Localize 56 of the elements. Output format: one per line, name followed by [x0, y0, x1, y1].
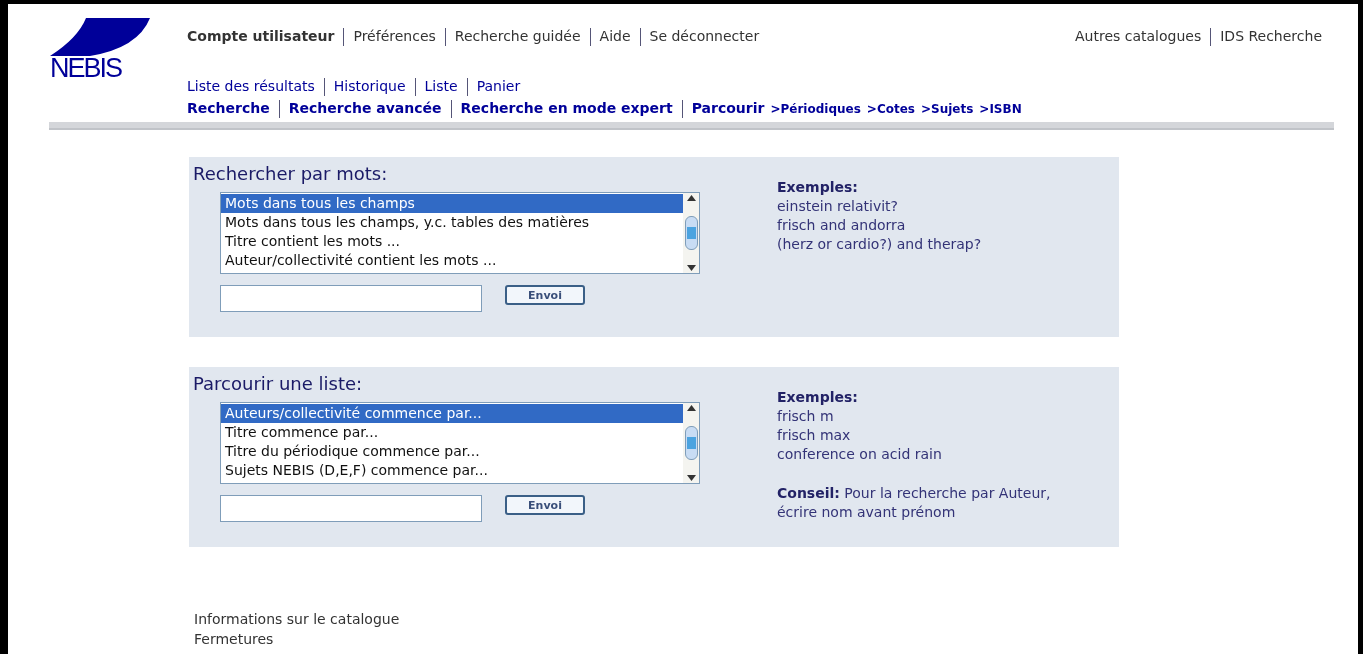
scrollbar[interactable]	[683, 193, 699, 273]
search-input-field[interactable]	[220, 285, 482, 312]
nav-link[interactable]: >ISBN	[979, 99, 1022, 118]
nav-link[interactable]: Aide	[599, 26, 631, 47]
nav-link[interactable]: IDS Recherche	[1220, 26, 1322, 47]
list-option[interactable]: Sujets NEBIS (D,E,F) commence par...	[221, 461, 683, 480]
logo-text: NEBIS	[50, 55, 123, 82]
examples-heading: Exemples:	[777, 388, 859, 407]
footer-link[interactable]: Informations sur le catalogue	[194, 609, 400, 629]
nav-link[interactable]: Recherche guidée	[454, 26, 581, 47]
nav-link[interactable]: Compte utilisateur	[187, 26, 335, 47]
panel-title: Rechercher par mots:	[193, 162, 389, 186]
nav-link[interactable]: >Sujets	[920, 99, 974, 118]
list-option[interactable]: Auteur/collectivité contient les mots ...	[221, 251, 683, 270]
list-box[interactable]: Auteurs/collectivité commence par... Titre commence par... Titre du périodique commence par... Sujets NEBIS (D,E,F) commence par...	[220, 402, 700, 484]
list-option[interactable]: Titre du périodique commence par...	[221, 442, 683, 461]
nav-link[interactable]: Préférences	[353, 26, 436, 47]
submit-button[interactable]: Envoi	[505, 285, 585, 305]
logo-swoosh-icon	[50, 18, 150, 56]
example-text: (herz or cardio?) and therap?	[777, 235, 982, 254]
nav-link[interactable]: >Cotes	[866, 99, 915, 118]
scroll-down-arrow-icon[interactable]	[686, 265, 696, 271]
example-text: frisch and andorra	[777, 216, 907, 235]
list-option[interactable]: Titre contient les mots ...	[221, 232, 683, 251]
footer-link[interactable]: Fermetures	[194, 629, 274, 649]
example-text: frisch max	[777, 426, 852, 445]
examples-heading: Exemples:	[777, 178, 859, 197]
scroll-thumb[interactable]	[684, 216, 698, 250]
list-option[interactable]: Auteurs/collectivité commence par...	[221, 404, 683, 423]
scroll-down-arrow-icon[interactable]	[686, 475, 696, 481]
nav-link[interactable]: Parcourir	[691, 98, 765, 119]
nav-link[interactable]: Liste des résultats	[187, 76, 315, 97]
tip-text: Conseil: Pour la recherche par Auteur, écrire nom avant prénom	[777, 484, 1052, 522]
list-option[interactable]: Mots dans tous les champs	[221, 194, 683, 213]
nav-link[interactable]: Recherche en mode expert	[460, 98, 673, 119]
list-option[interactable]: Mots dans tous les champs, y.c. tables des matières	[221, 213, 683, 232]
nav-link[interactable]: Historique	[333, 76, 406, 97]
list-option[interactable]: Titre commence par...	[221, 423, 683, 442]
nav-link[interactable]: Panier	[476, 76, 521, 97]
scroll-up-arrow-icon[interactable]	[686, 195, 696, 201]
example-text: frisch m	[777, 407, 835, 426]
example-text: conference on acid rain	[777, 445, 943, 464]
nav-link[interactable]: Recherche	[187, 98, 270, 119]
scrollbar[interactable]	[683, 403, 699, 483]
list-box[interactable]: Mots dans tous les champs Mots dans tous les champs, y.c. tables des matières Titre contient les mots ... Auteur/collectivité contient les mots ...	[220, 192, 700, 274]
nav-link[interactable]: Liste	[424, 76, 458, 97]
submit-button[interactable]: Envoi	[505, 495, 585, 515]
nav-link[interactable]: Se déconnecter	[649, 26, 760, 47]
scroll-thumb[interactable]	[684, 426, 698, 460]
example-text: einstein relativit?	[777, 197, 899, 216]
nav-link[interactable]: Recherche avancée	[288, 98, 442, 119]
scroll-up-arrow-icon[interactable]	[686, 405, 696, 411]
nav-link[interactable]: >Périodiques	[770, 99, 861, 118]
search-input-field[interactable]	[220, 495, 482, 522]
panel-title: Parcourir une liste:	[193, 372, 364, 396]
nav-link[interactable]: Autres catalogues	[1075, 26, 1202, 47]
